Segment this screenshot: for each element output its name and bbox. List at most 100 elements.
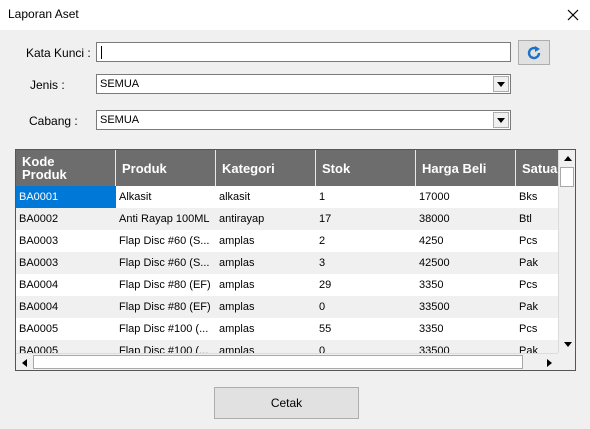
scroll-up-arrow[interactable] <box>559 150 575 167</box>
cell-produk[interactable]: Flap Disc #100 (... <box>116 318 216 340</box>
jenis-combobox[interactable]: SEMUA <box>96 74 511 94</box>
refresh-button[interactable] <box>518 40 550 65</box>
cell-harga-beli[interactable]: 42500 <box>416 252 516 274</box>
scrollbar-corner <box>558 353 575 370</box>
cell-produk[interactable]: Flap Disc #60 (S... <box>116 252 216 274</box>
column-header-stok[interactable]: Stok <box>316 150 416 186</box>
window-title: Laporan Aset <box>8 7 79 21</box>
table-row[interactable]: BA0003 Flap Disc #60 (S... amplas 2 4250 Pcs <box>16 230 558 252</box>
cell-satuan[interactable]: Pak <box>516 340 558 353</box>
arrow-up-icon <box>563 156 572 161</box>
cell-stok[interactable]: 55 <box>316 318 416 340</box>
table-row[interactable]: BA0002 Anti Rayap 100ML antirayap 17 38000 Bt… <box>16 208 558 230</box>
scroll-down-arrow[interactable] <box>559 336 575 353</box>
cell-stok[interactable]: 0 <box>316 296 416 318</box>
title-bar: Laporan Aset <box>0 0 590 30</box>
cell-harga-beli[interactable]: 33500 <box>416 340 516 353</box>
table-row[interactable]: BA0004 Flap Disc #80 (EF) amplas 29 3350 Pcs <box>16 274 558 296</box>
column-header-label: Satua <box>522 160 558 176</box>
column-header-label: Kategori <box>222 160 275 176</box>
cell-satuan[interactable]: Pcs <box>516 230 558 252</box>
cell-harga-beli[interactable]: 38000 <box>416 208 516 230</box>
kata-kunci-field[interactable] <box>96 42 511 62</box>
jenis-dropdown-button[interactable] <box>493 76 509 92</box>
asset-table[interactable]: Kode Produk Produk Kategori Stok Harga B… <box>15 149 576 371</box>
horizontal-scrollbar[interactable] <box>16 353 558 370</box>
cell-kategori[interactable]: antirayap <box>216 208 316 230</box>
kata-kunci-label: Kata Kunci : <box>26 46 91 60</box>
cell-kode-produk[interactable]: BA0004 <box>16 274 116 296</box>
cell-satuan[interactable]: Pak <box>516 252 558 274</box>
cell-kode-produk[interactable]: BA0004 <box>16 296 116 318</box>
cell-produk[interactable]: Flap Disc #100 (... <box>116 340 216 353</box>
scroll-right-arrow[interactable] <box>541 354 558 370</box>
cell-harga-beli[interactable]: 3350 <box>416 274 516 296</box>
cabang-label: Cabang : <box>29 114 78 128</box>
vertical-scroll-thumb[interactable] <box>560 167 574 187</box>
column-header-label: Stok <box>322 160 351 176</box>
cabang-combobox[interactable]: SEMUA <box>96 110 511 130</box>
cell-kode-produk[interactable]: BA0001 <box>16 186 116 208</box>
cell-kode-produk[interactable]: BA0005 <box>16 340 116 353</box>
jenis-label: Jenis : <box>30 78 65 92</box>
cell-harga-beli[interactable]: 4250 <box>416 230 516 252</box>
cell-stok[interactable]: 3 <box>316 252 416 274</box>
cell-stok[interactable]: 2 <box>316 230 416 252</box>
cell-kategori[interactable]: amplas <box>216 296 316 318</box>
table-row[interactable]: BA0005 Flap Disc #100 (... amplas 0 33500 Pak <box>16 340 558 353</box>
chevron-down-icon <box>497 81 505 87</box>
table-row[interactable]: BA0001 Alkasit alkasit 1 17000 Bks <box>16 186 558 208</box>
chevron-down-icon <box>497 117 505 123</box>
cell-harga-beli[interactable]: 3350 <box>416 318 516 340</box>
close-button[interactable] <box>556 0 590 30</box>
column-header-produk[interactable]: Produk <box>116 150 216 186</box>
cell-kategori[interactable]: amplas <box>216 252 316 274</box>
column-header-harga-beli[interactable]: Harga Beli <box>416 150 516 186</box>
close-icon <box>567 9 579 21</box>
cell-kode-produk[interactable]: BA0003 <box>16 252 116 274</box>
kata-kunci-input[interactable] <box>97 43 510 61</box>
cell-kategori[interactable]: amplas <box>216 274 316 296</box>
scroll-left-arrow[interactable] <box>16 354 33 370</box>
cell-satuan[interactable]: Pcs <box>516 274 558 296</box>
cell-stok[interactable]: 17 <box>316 208 416 230</box>
table-body: BA0001 Alkasit alkasit 1 17000 Bks BA0002 Anti … <box>16 186 558 353</box>
vertical-scrollbar[interactable] <box>558 150 575 353</box>
arrow-down-icon <box>563 342 572 347</box>
cell-satuan[interactable]: Pcs <box>516 318 558 340</box>
cell-kategori[interactable]: amplas <box>216 318 316 340</box>
cell-stok[interactable]: 29 <box>316 274 416 296</box>
table-row[interactable]: BA0005 Flap Disc #100 (... amplas 55 3350 Pcs <box>16 318 558 340</box>
cell-kategori[interactable]: amplas <box>216 230 316 252</box>
cell-stok[interactable]: 0 <box>316 340 416 353</box>
form-body: Kata Kunci : Jenis : SEMUA Cabang : SEMU… <box>0 30 590 429</box>
column-header-kode-produk[interactable]: Kode Produk <box>16 150 116 186</box>
cabang-dropdown-button[interactable] <box>493 112 509 128</box>
cell-produk[interactable]: Flap Disc #80 (EF) <box>116 296 216 318</box>
cell-produk[interactable]: Flap Disc #80 (EF) <box>116 274 216 296</box>
cell-produk[interactable]: Flap Disc #60 (S... <box>116 230 216 252</box>
table-row[interactable]: BA0004 Flap Disc #80 (EF) amplas 0 33500 Pak <box>16 296 558 318</box>
column-header-satuan[interactable]: Satua <box>516 150 558 186</box>
jenis-value: SEMUA <box>100 78 140 90</box>
cell-kode-produk[interactable]: BA0003 <box>16 230 116 252</box>
cell-kategori[interactable]: amplas <box>216 340 316 353</box>
cabang-value: SEMUA <box>100 114 140 126</box>
cell-produk[interactable]: Alkasit <box>116 186 216 208</box>
cell-satuan[interactable]: Bks <box>516 186 558 208</box>
cell-stok[interactable]: 1 <box>316 186 416 208</box>
cell-satuan[interactable]: Pak <box>516 296 558 318</box>
horizontal-scroll-thumb[interactable] <box>33 355 523 369</box>
cell-harga-beli[interactable]: 17000 <box>416 186 516 208</box>
arrow-left-icon <box>22 358 27 367</box>
cell-kategori[interactable]: alkasit <box>216 186 316 208</box>
column-header-kategori[interactable]: Kategori <box>216 150 316 186</box>
cell-kode-produk[interactable]: BA0005 <box>16 318 116 340</box>
cetak-button[interactable]: Cetak <box>214 387 359 419</box>
cell-satuan[interactable]: Btl <box>516 208 558 230</box>
table-viewport: Kode Produk Produk Kategori Stok Harga B… <box>16 150 558 353</box>
cell-kode-produk[interactable]: BA0002 <box>16 208 116 230</box>
cell-produk[interactable]: Anti Rayap 100ML <box>116 208 216 230</box>
cell-harga-beli[interactable]: 33500 <box>416 296 516 318</box>
table-row[interactable]: BA0003 Flap Disc #60 (S... amplas 3 42500 Pak <box>16 252 558 274</box>
